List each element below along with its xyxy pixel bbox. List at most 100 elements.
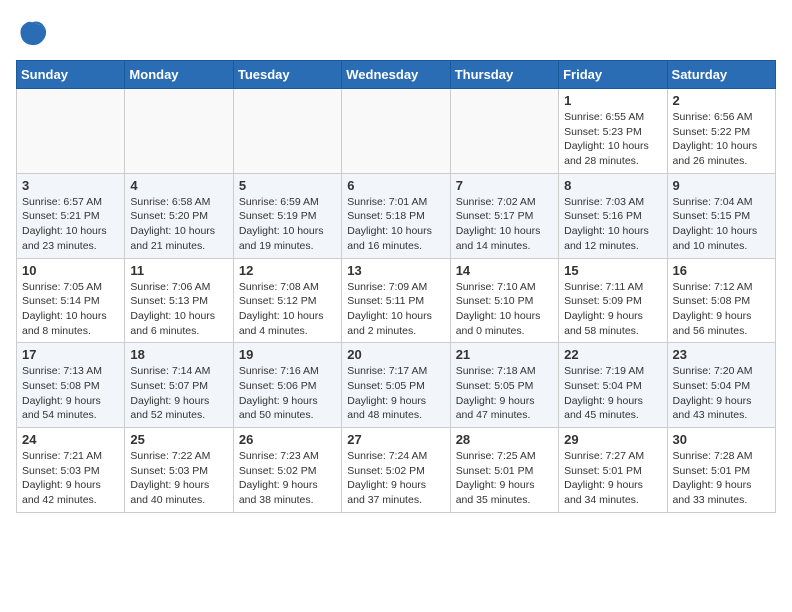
day-info: Sunrise: 7:21 AMSunset: 5:03 PMDaylight:… xyxy=(22,449,119,508)
day-info: Sunrise: 6:58 AMSunset: 5:20 PMDaylight:… xyxy=(130,195,227,254)
calendar-cell: 20Sunrise: 7:17 AMSunset: 5:05 PMDayligh… xyxy=(342,343,450,428)
day-info: Sunrise: 7:28 AMSunset: 5:01 PMDaylight:… xyxy=(673,449,770,508)
day-number: 14 xyxy=(456,263,553,278)
day-info: Sunrise: 7:10 AMSunset: 5:10 PMDaylight:… xyxy=(456,280,553,339)
day-number: 1 xyxy=(564,93,661,108)
day-info: Sunrise: 6:57 AMSunset: 5:21 PMDaylight:… xyxy=(22,195,119,254)
calendar-cell xyxy=(233,89,341,174)
calendar-cell: 16 Sunrise: 7:12 AMSunset: 5:08 PMDayligh… xyxy=(667,258,775,343)
day-info: Sunrise: 6:55 AMSunset: 5:23 PMDaylight:… xyxy=(564,110,661,169)
calendar-week-row: 17 Sunrise: 7:13 AMSunset: 5:08 PMDayligh… xyxy=(17,343,776,428)
day-info: Sunrise: 7:14 AMSunset: 5:07 PMDaylight:… xyxy=(130,364,227,423)
calendar-cell: 18Sunrise: 7:14 AMSunset: 5:07 PMDayligh… xyxy=(125,343,233,428)
day-info: Sunrise: 7:25 AMSunset: 5:01 PMDaylight:… xyxy=(456,449,553,508)
day-number: 12 xyxy=(239,263,336,278)
calendar-cell: 10 Sunrise: 7:05 AMSunset: 5:14 PMDayligh… xyxy=(17,258,125,343)
day-number: 9 xyxy=(673,178,770,193)
calendar-week-row: 24 Sunrise: 7:21 AMSunset: 5:03 PMDayligh… xyxy=(17,428,776,513)
calendar-cell: 11 Sunrise: 7:06 AMSunset: 5:13 PMDayligh… xyxy=(125,258,233,343)
calendar-cell: 12Sunrise: 7:08 AMSunset: 5:12 PMDayligh… xyxy=(233,258,341,343)
day-info: Sunrise: 7:23 AMSunset: 5:02 PMDaylight:… xyxy=(239,449,336,508)
header-sunday: Sunday xyxy=(17,61,125,89)
day-info: Sunrise: 7:05 AMSunset: 5:14 PMDaylight:… xyxy=(22,280,119,339)
day-info: Sunrise: 6:56 AMSunset: 5:22 PMDaylight:… xyxy=(673,110,770,169)
calendar-cell: 21 Sunrise: 7:18 AMSunset: 5:05 PMDayligh… xyxy=(450,343,558,428)
day-info: Sunrise: 7:02 AMSunset: 5:17 PMDaylight:… xyxy=(456,195,553,254)
day-number: 24 xyxy=(22,432,119,447)
day-number: 22 xyxy=(564,347,661,362)
header-saturday: Saturday xyxy=(667,61,775,89)
calendar-cell: 27Sunrise: 7:24 AMSunset: 5:02 PMDayligh… xyxy=(342,428,450,513)
day-number: 29 xyxy=(564,432,661,447)
day-info: Sunrise: 7:16 AMSunset: 5:06 PMDaylight:… xyxy=(239,364,336,423)
calendar-cell: 17 Sunrise: 7:13 AMSunset: 5:08 PMDayligh… xyxy=(17,343,125,428)
calendar-cell: 22 Sunrise: 7:19 AMSunset: 5:04 PMDayligh… xyxy=(559,343,667,428)
calendar-cell: 15Sunrise: 7:11 AMSunset: 5:09 PMDayligh… xyxy=(559,258,667,343)
calendar-cell: 3 Sunrise: 6:57 AMSunset: 5:21 PMDaylight… xyxy=(17,173,125,258)
calendar: SundayMondayTuesdayWednesdayThursdayFrid… xyxy=(16,60,776,513)
day-number: 23 xyxy=(673,347,770,362)
day-info: Sunrise: 7:22 AMSunset: 5:03 PMDaylight:… xyxy=(130,449,227,508)
calendar-cell: 4 Sunrise: 6:58 AMSunset: 5:20 PMDaylight… xyxy=(125,173,233,258)
calendar-cell: 8Sunrise: 7:03 AMSunset: 5:16 PMDaylight… xyxy=(559,173,667,258)
header-tuesday: Tuesday xyxy=(233,61,341,89)
day-number: 6 xyxy=(347,178,444,193)
calendar-cell: 30 Sunrise: 7:28 AMSunset: 5:01 PMDayligh… xyxy=(667,428,775,513)
logo xyxy=(16,16,52,48)
calendar-cell: 14 Sunrise: 7:10 AMSunset: 5:10 PMDayligh… xyxy=(450,258,558,343)
header-thursday: Thursday xyxy=(450,61,558,89)
calendar-cell: 24 Sunrise: 7:21 AMSunset: 5:03 PMDayligh… xyxy=(17,428,125,513)
calendar-cell xyxy=(17,89,125,174)
calendar-cell: 19 Sunrise: 7:16 AMSunset: 5:06 PMDayligh… xyxy=(233,343,341,428)
calendar-header-row: SundayMondayTuesdayWednesdayThursdayFrid… xyxy=(17,61,776,89)
day-info: Sunrise: 7:01 AMSunset: 5:18 PMDaylight:… xyxy=(347,195,444,254)
day-info: Sunrise: 7:19 AMSunset: 5:04 PMDaylight:… xyxy=(564,364,661,423)
header-friday: Friday xyxy=(559,61,667,89)
header-wednesday: Wednesday xyxy=(342,61,450,89)
day-number: 30 xyxy=(673,432,770,447)
calendar-cell xyxy=(342,89,450,174)
calendar-cell: 6 Sunrise: 7:01 AMSunset: 5:18 PMDaylight… xyxy=(342,173,450,258)
day-info: Sunrise: 7:13 AMSunset: 5:08 PMDaylight:… xyxy=(22,364,119,423)
day-number: 4 xyxy=(130,178,227,193)
day-number: 11 xyxy=(130,263,227,278)
calendar-cell xyxy=(125,89,233,174)
day-number: 16 xyxy=(673,263,770,278)
calendar-week-row: 10 Sunrise: 7:05 AMSunset: 5:14 PMDayligh… xyxy=(17,258,776,343)
day-number: 10 xyxy=(22,263,119,278)
calendar-cell: 26 Sunrise: 7:23 AMSunset: 5:02 PMDayligh… xyxy=(233,428,341,513)
day-info: Sunrise: 7:18 AMSunset: 5:05 PMDaylight:… xyxy=(456,364,553,423)
day-number: 8 xyxy=(564,178,661,193)
calendar-cell: 7 Sunrise: 7:02 AMSunset: 5:17 PMDaylight… xyxy=(450,173,558,258)
calendar-week-row: 1 Sunrise: 6:55 AMSunset: 5:23 PMDaylight… xyxy=(17,89,776,174)
day-number: 21 xyxy=(456,347,553,362)
day-info: Sunrise: 7:17 AMSunset: 5:05 PMDaylight:… xyxy=(347,364,444,423)
calendar-cell: 29Sunrise: 7:27 AMSunset: 5:01 PMDayligh… xyxy=(559,428,667,513)
day-number: 13 xyxy=(347,263,444,278)
calendar-cell: 1 Sunrise: 6:55 AMSunset: 5:23 PMDaylight… xyxy=(559,89,667,174)
calendar-cell: 23 Sunrise: 7:20 AMSunset: 5:04 PMDayligh… xyxy=(667,343,775,428)
header-monday: Monday xyxy=(125,61,233,89)
day-info: Sunrise: 7:20 AMSunset: 5:04 PMDaylight:… xyxy=(673,364,770,423)
calendar-cell: 9 Sunrise: 7:04 AMSunset: 5:15 PMDaylight… xyxy=(667,173,775,258)
calendar-cell: 2Sunrise: 6:56 AMSunset: 5:22 PMDaylight… xyxy=(667,89,775,174)
page-header xyxy=(16,16,776,48)
day-number: 28 xyxy=(456,432,553,447)
calendar-week-row: 3 Sunrise: 6:57 AMSunset: 5:21 PMDaylight… xyxy=(17,173,776,258)
day-number: 5 xyxy=(239,178,336,193)
day-info: Sunrise: 7:04 AMSunset: 5:15 PMDaylight:… xyxy=(673,195,770,254)
day-info: Sunrise: 7:06 AMSunset: 5:13 PMDaylight:… xyxy=(130,280,227,339)
calendar-cell: 25 Sunrise: 7:22 AMSunset: 5:03 PMDayligh… xyxy=(125,428,233,513)
logo-icon xyxy=(16,16,48,48)
calendar-cell: 28 Sunrise: 7:25 AMSunset: 5:01 PMDayligh… xyxy=(450,428,558,513)
day-number: 17 xyxy=(22,347,119,362)
day-info: Sunrise: 7:24 AMSunset: 5:02 PMDaylight:… xyxy=(347,449,444,508)
day-info: Sunrise: 7:11 AMSunset: 5:09 PMDaylight:… xyxy=(564,280,661,339)
day-number: 19 xyxy=(239,347,336,362)
day-number: 26 xyxy=(239,432,336,447)
day-number: 3 xyxy=(22,178,119,193)
day-number: 25 xyxy=(130,432,227,447)
day-number: 7 xyxy=(456,178,553,193)
calendar-cell xyxy=(450,89,558,174)
day-info: Sunrise: 7:12 AMSunset: 5:08 PMDaylight:… xyxy=(673,280,770,339)
